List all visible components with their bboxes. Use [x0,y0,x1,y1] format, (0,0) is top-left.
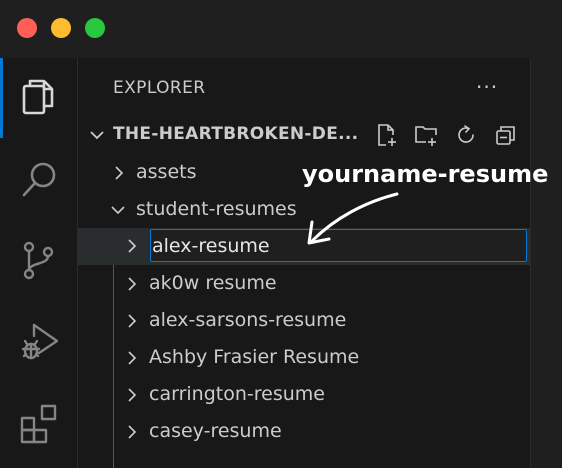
chevron-right-icon [128,239,137,253]
new-folder-icon[interactable] [410,122,442,148]
tree-item-label: carrington-resume [149,383,325,405]
annotation-arrow-icon [307,192,399,245]
tree-item-carrington-resume[interactable]: carrington-resume [78,377,530,414]
section-actions [370,122,522,148]
workspace-title: THE-HEARTBROKEN-DE... [113,124,359,144]
workspace-section-header[interactable]: THE-HEARTBROKEN-DE... [78,122,530,150]
active-indicator [0,58,3,138]
tree-item-label: assets [136,161,197,183]
tree-item-label: student-resumes [136,198,297,220]
tree-item-ak0w-resume[interactable]: ak0w resume [78,266,530,303]
extensions-icon[interactable] [14,398,64,448]
tree-item-label: ak0w resume [149,272,277,294]
activity-bar [0,58,78,468]
tree-item-ashby-frasier-resume[interactable]: Ashby Frasier Resume [78,340,530,377]
tree-item-label: casey-resume [149,420,282,442]
chevron-right-icon [128,314,137,328]
run-debug-icon[interactable] [14,316,64,366]
tree-item-casey-resume[interactable]: casey-resume [78,414,530,451]
window-titlebar [0,0,562,58]
zoom-window-button[interactable] [85,18,105,38]
tree-item-alex-sarsons-resume[interactable]: alex-sarsons-resume [78,303,530,340]
tree-item-label: Ashby Frasier Resume [149,346,360,368]
explorer-icon[interactable] [14,72,64,122]
tree-item-label: alex-sarsons-resume [149,309,347,331]
search-icon[interactable] [14,155,64,205]
annotation-label: yourname-resume [302,160,549,188]
more-actions-button[interactable]: ··· [476,75,498,99]
explorer-sidebar: EXPLORER ··· THE-HEARTBROKEN-DE... asset… [78,58,530,468]
close-window-button[interactable] [17,18,37,38]
chevron-down-icon [90,131,104,140]
chevron-right-icon [128,425,137,439]
chevron-right-icon [128,277,137,291]
chevron-right-icon [128,351,137,365]
new-file-icon[interactable] [370,122,402,148]
chevron-down-icon [111,206,125,215]
editor-area-edge [530,58,562,468]
explorer-title: EXPLORER [113,78,206,98]
chevron-right-icon [115,166,124,180]
minimize-window-button[interactable] [51,18,71,38]
refresh-icon[interactable] [450,122,482,148]
chevron-right-icon [128,388,137,402]
collapse-all-icon[interactable] [490,122,522,148]
source-control-icon[interactable] [14,235,64,285]
